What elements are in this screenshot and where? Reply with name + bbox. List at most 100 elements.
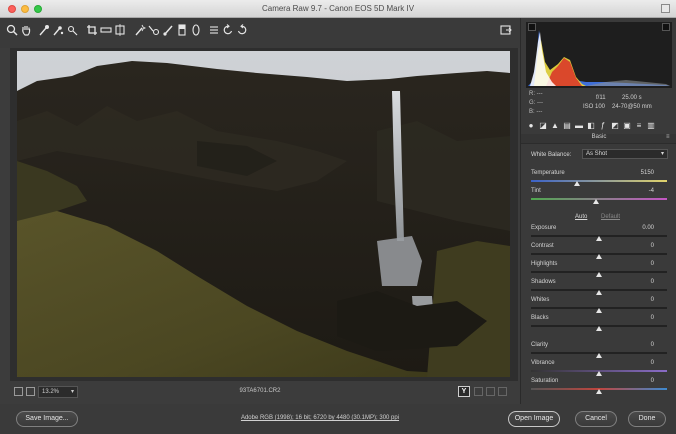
rotate-ccw-icon[interactable] [222,24,234,36]
r-label: R: [529,91,535,97]
tab-tone-curve-icon[interactable]: ◪ [539,122,547,130]
tab-hsl-icon[interactable]: ▤ [563,122,571,130]
slider-label: Blacks [531,315,549,321]
slider-thumb[interactable] [574,181,580,186]
fullscreen-window-icon[interactable] [661,4,670,13]
g-readout: G: --- [529,100,543,106]
image-metadata: R: --- G: --- B: --- f/11 25.00 s ISO 10… [526,90,672,120]
straighten-icon[interactable] [100,24,112,36]
image-preview-area[interactable] [10,48,518,381]
transform-icon[interactable] [114,24,126,36]
filmstrip-icon[interactable] [26,387,35,396]
tab-effects-icon[interactable]: ƒ [599,122,607,130]
tab-snapshots-icon[interactable]: ≡ [635,122,643,130]
file-name: 93TA6701.CR2 [239,388,281,394]
slider-thumb[interactable] [596,389,602,394]
slider-track[interactable] [531,180,667,182]
white-balance-icon[interactable] [38,24,50,36]
brush-icon[interactable] [162,24,174,36]
window-title: Camera Raw 9.7 - Canon EOS 5D Mark IV [261,4,415,13]
slider-label: Clarity [531,342,549,348]
cancel-button[interactable]: Cancel [575,411,617,427]
slider-value[interactable]: 0 [651,378,654,384]
slider-value[interactable]: 0 [651,243,654,249]
slider-thumb[interactable] [596,290,602,295]
slider-label: Contrast [531,243,554,249]
slider-value[interactable]: 0 [651,279,654,285]
slider-thumb[interactable] [593,199,599,204]
slider-value[interactable]: 0.00 [642,225,654,231]
zoom-level-select[interactable]: 13.2% ▾ [38,386,78,398]
before-after-view-icon[interactable]: Y [458,386,470,397]
slider-value[interactable]: 5150 [641,170,654,176]
done-button[interactable]: Done [628,411,666,427]
view-mode-icon[interactable] [14,387,23,396]
color-sampler-icon[interactable] [52,24,64,36]
tab-camera-calibration-icon[interactable]: ◩ [611,122,619,130]
iso-value: ISO 100 [583,104,606,110]
adjustments-panel: R: --- G: --- B: --- f/11 25.00 s ISO 10… [520,18,676,404]
tab-split-toning-icon[interactable]: ▬ [575,122,583,130]
tab-snapshots-stack-icon[interactable]: ▥ [647,122,655,130]
white-balance-label: White Balance: [531,152,572,158]
graduated-filter-icon[interactable] [176,24,188,36]
highlight-clipping-warning-icon[interactable] [662,23,670,31]
slider-thumb[interactable] [596,272,602,277]
slider-thumb[interactable] [596,236,602,241]
crop-icon[interactable] [86,24,98,36]
workflow-options-link[interactable]: Adobe RGB (1998); 16 bit; 6720 by 4480 (… [200,415,440,421]
save-image-button[interactable]: Save Image... [16,411,78,427]
slider-thumb[interactable] [596,371,602,376]
slider-value[interactable]: 0 [651,297,654,303]
panel-tabs: ● ◪ ▲ ▤ ▬ ◧ ƒ ◩ ▣ ≡ ▥ [523,122,675,132]
white-balance-value: As Shot [586,151,608,157]
tab-detail-icon[interactable]: ▲ [551,122,559,130]
tab-lens-corrections-icon[interactable]: ◧ [587,122,595,130]
slider-value[interactable]: 0 [651,342,654,348]
slider-label: Tint [531,188,541,194]
slider-thumb[interactable] [596,254,602,259]
before-after-toggle-icon[interactable] [498,387,507,396]
tab-presets-icon[interactable]: ▣ [623,122,631,130]
aperture-value: f/11 [596,95,606,101]
slider-value[interactable]: 0 [651,360,654,366]
bottom-bar: Save Image... Adobe RGB (1998); 16 bit; … [0,404,676,434]
auto-button[interactable]: Auto [575,214,587,220]
slider-value[interactable]: 0 [651,261,654,267]
shadow-clipping-warning-icon[interactable] [528,23,536,31]
b-value: --- [536,109,543,115]
tab-basic-icon[interactable]: ● [527,122,535,130]
slider-track[interactable] [531,198,667,200]
red-eye-icon[interactable] [148,24,160,36]
r-readout: R: --- [529,91,543,97]
rotate-cw-icon[interactable] [236,24,248,36]
slider-label: Vibrance [531,360,555,366]
slider-label: Saturation [531,378,559,384]
slider-value[interactable]: 0 [651,315,654,321]
zoom-icon[interactable] [6,24,18,36]
panel-menu-icon[interactable]: ≡ [666,134,672,140]
chevron-down-icon: ▾ [70,389,74,395]
radial-filter-icon[interactable] [190,24,202,36]
open-image-button[interactable]: Open Image [508,411,560,427]
slider-value[interactable]: -4 [649,188,654,194]
hand-icon[interactable] [20,24,32,36]
fullscreen-icon[interactable] [500,24,512,36]
before-after-swap-icon[interactable] [474,387,483,396]
spot-removal-icon[interactable] [134,24,146,36]
shutter-value: 25.00 s [622,95,642,101]
slider-thumb[interactable] [596,326,602,331]
white-balance-select[interactable]: As Shot ▾ [582,149,668,159]
slider-thumb[interactable] [596,353,602,358]
panel-title: Basic [521,134,676,144]
lens-value: 24-70@50 mm [612,104,652,110]
slider-label: Exposure [531,225,557,231]
before-after-copy-icon[interactable] [486,387,495,396]
photo-preview [17,51,510,377]
preview-status-row: 13.2% ▾ 93TA6701.CR2 Y [0,386,520,400]
target-adjust-icon[interactable] [66,24,78,36]
g-value: --- [537,100,544,106]
preferences-icon[interactable] [208,24,220,36]
slider-thumb[interactable] [596,308,602,313]
default-button[interactable]: Default [601,214,620,220]
